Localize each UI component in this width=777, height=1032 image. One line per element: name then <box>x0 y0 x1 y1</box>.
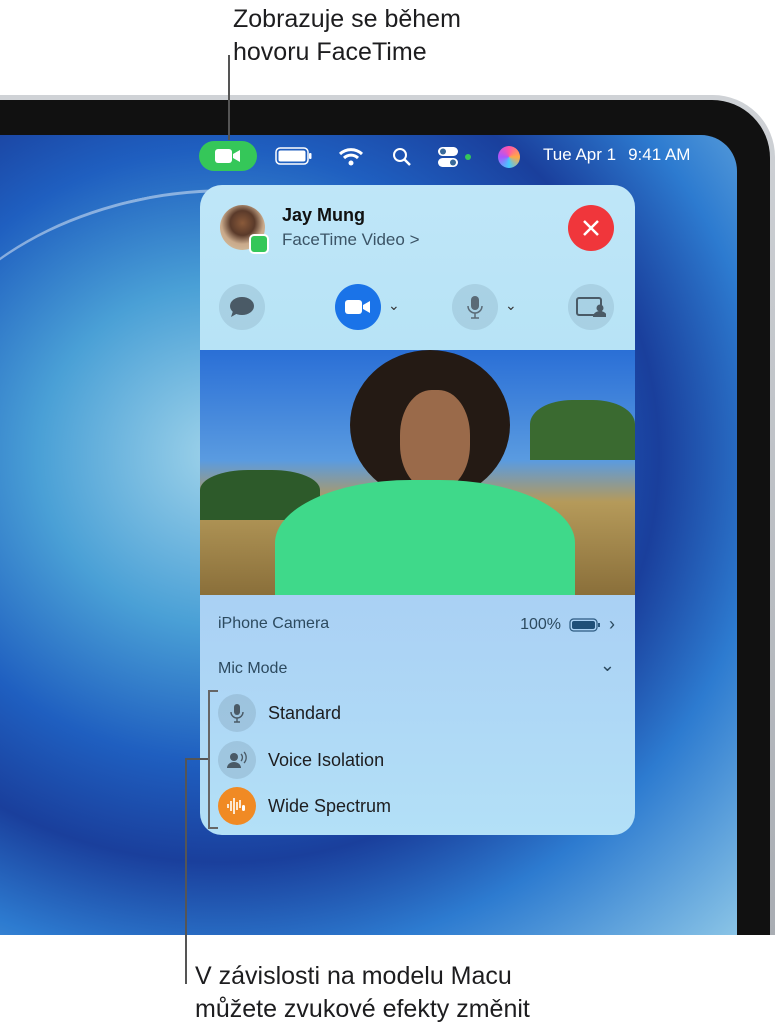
microphone-button[interactable] <box>452 284 498 330</box>
mode-label: Voice Isolation <box>268 749 385 770</box>
bottom-callout: V závislosti na modelu Macu můžete zvuko… <box>195 960 530 1026</box>
mic-mode-chevron-icon[interactable]: ⌄ <box>600 655 615 676</box>
callout-line: Zobrazuje se během <box>233 5 461 33</box>
callout-leader <box>228 55 230 140</box>
camera-battery-percent: 100% <box>520 615 561 633</box>
callout-line: můžete zvukové efekty změnit <box>195 995 530 1023</box>
chevron-right-icon: > <box>409 230 420 249</box>
screen-share-icon <box>576 297 606 317</box>
mic-mode-standard[interactable]: Standard <box>218 694 341 732</box>
mic-mode-label: Mic Mode <box>218 660 288 677</box>
voice-isolation-icon <box>218 741 256 779</box>
wide-spectrum-icon <box>218 787 256 825</box>
battery-icon <box>569 617 600 632</box>
callout-line: hovoru FaceTime <box>233 38 427 66</box>
camera-options-chevron-icon[interactable]: ⌄ <box>388 297 400 314</box>
siri-icon[interactable] <box>498 146 520 168</box>
call-type-link[interactable]: FaceTime Video > <box>282 230 420 250</box>
message-button[interactable] <box>219 284 265 330</box>
callout-leader <box>186 758 208 760</box>
battery-icon[interactable] <box>275 147 313 165</box>
camera-source-row[interactable]: 100% › <box>520 614 615 635</box>
wifi-icon[interactable] <box>338 147 364 167</box>
video-camera-icon <box>345 300 370 314</box>
chevron-right-icon: › <box>609 614 615 634</box>
message-icon <box>230 297 254 317</box>
facetime-badge-icon <box>249 234 269 254</box>
call-type: FaceTime Video <box>282 230 405 249</box>
mode-label: Wide Spectrum <box>268 795 392 816</box>
time: 9:41 AM <box>628 145 691 164</box>
callout-bracket <box>208 690 218 829</box>
end-call-button[interactable] <box>568 205 614 251</box>
screen-share-button[interactable] <box>568 284 614 330</box>
facetime-menu-item[interactable] <box>199 141 257 171</box>
caller-name: Jay Mung <box>282 205 366 225</box>
mic-mode-voice-isolation[interactable]: Voice Isolation <box>218 741 384 779</box>
camera-preview <box>200 350 635 595</box>
facetime-panel: Jay Mung FaceTime Video > ⌄ ⌄ iPhone Cam… <box>200 185 635 835</box>
control-center-icon[interactable] <box>437 146 473 168</box>
camera-button[interactable] <box>335 284 381 330</box>
desktop: Tue Apr 1 9:41 AM Jay Mung FaceTime Video… <box>0 135 737 935</box>
mode-label: Standard <box>268 702 342 723</box>
camera-source-label: iPhone Camera <box>218 615 330 632</box>
microphone-icon <box>218 694 256 732</box>
microphone-icon <box>467 296 483 319</box>
date: Tue Apr 1 <box>543 145 617 164</box>
facetime-video-icon <box>215 149 240 163</box>
callout-leader <box>185 758 187 984</box>
mic-mode-wide-spectrum[interactable]: Wide Spectrum <box>218 787 391 825</box>
search-icon[interactable] <box>392 147 412 167</box>
menu-bar: Tue Apr 1 9:41 AM <box>0 135 737 179</box>
callout-line: V závislosti na modelu Macu <box>195 962 512 990</box>
mic-options-chevron-icon[interactable]: ⌄ <box>505 297 517 314</box>
top-callout: Zobrazuje se během hovoru FaceTime <box>233 3 461 69</box>
close-icon <box>583 220 599 236</box>
menu-clock[interactable]: Tue Apr 1 9:41 AM <box>543 145 690 165</box>
